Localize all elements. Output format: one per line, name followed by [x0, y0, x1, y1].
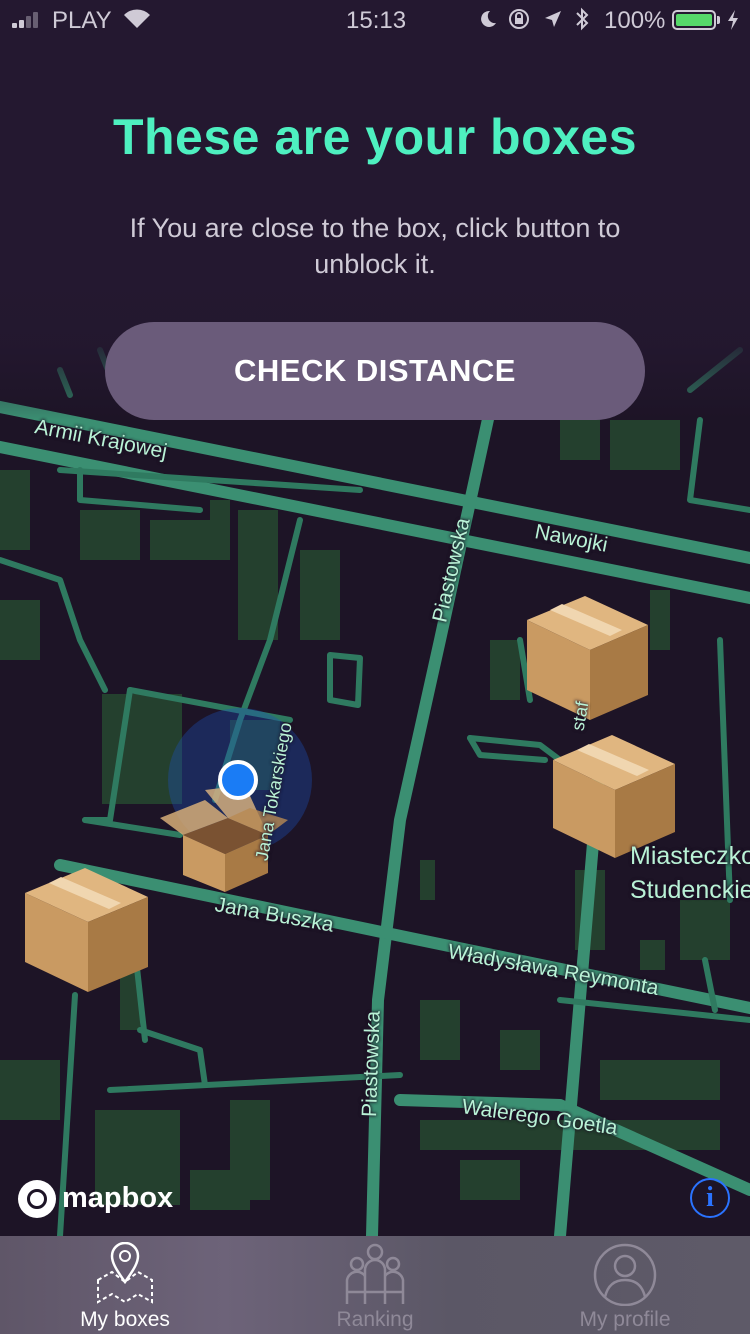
wifi-icon	[124, 9, 150, 28]
profile-icon	[593, 1243, 657, 1306]
page-subtitle: If You are close to the box, click butto…	[129, 213, 621, 279]
user-location-dot	[218, 760, 258, 800]
district-label: Miasteczko	[630, 842, 750, 870]
district-label: Studenckie	[630, 876, 750, 904]
status-bar: PLAY 15:13 100%	[0, 0, 750, 40]
info-icon[interactable]: i	[690, 1178, 730, 1218]
charging-icon	[728, 10, 738, 30]
mapbox-logo-icon	[18, 1180, 56, 1218]
rotation-lock-icon	[509, 9, 529, 29]
tab-label: My profile	[579, 1308, 671, 1331]
map-pin-icon	[97, 1242, 153, 1304]
carrier-name: PLAY	[52, 7, 112, 34]
tab-ranking[interactable]: Ranking	[250, 1236, 500, 1334]
check-distance-button[interactable]: CHECK DISTANCE	[105, 322, 645, 420]
signal-icon	[12, 12, 48, 28]
status-time: 15:13	[346, 7, 407, 34]
street-label: Piastowska	[358, 1010, 385, 1118]
battery-icon	[672, 10, 716, 30]
tab-label: Ranking	[336, 1308, 414, 1331]
mapbox-attribution[interactable]: mapbox	[18, 1180, 188, 1220]
tab-my-profile[interactable]: My profile	[500, 1236, 750, 1334]
page-title: These are your boxes	[112, 109, 638, 165]
tab-label: My boxes	[80, 1308, 170, 1331]
bluetooth-icon	[576, 7, 589, 31]
people-icon	[345, 1243, 405, 1304]
tab-bar: My boxes Ranking My profile	[0, 1236, 750, 1334]
battery-percent: 100%	[604, 7, 666, 34]
mapbox-wordmark: mapbox	[62, 1182, 174, 1214]
tab-my-boxes[interactable]: My boxes	[0, 1236, 250, 1334]
location-arrow-icon	[545, 11, 561, 27]
moon-icon	[481, 10, 496, 27]
